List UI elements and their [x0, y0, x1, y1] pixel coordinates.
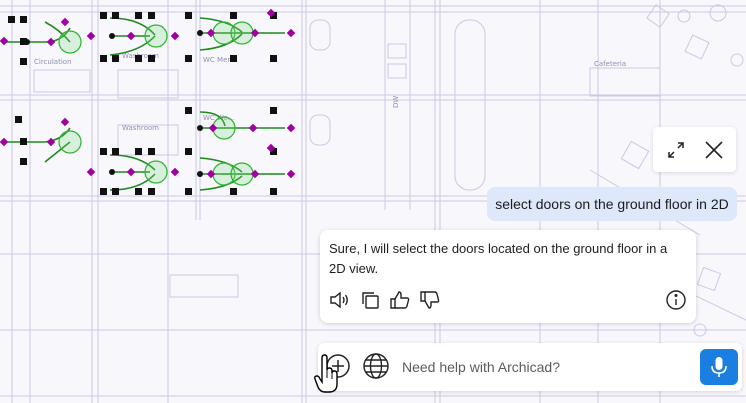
speaker-icon[interactable] — [328, 288, 352, 312]
assistant-message-card: Sure, I will select the doors located on… — [320, 230, 696, 323]
svg-text:Circulation: Circulation — [34, 58, 72, 66]
microphone-button[interactable] — [700, 349, 738, 385]
info-icon[interactable] — [664, 288, 688, 312]
thumbs-up-icon[interactable] — [388, 288, 412, 312]
svg-text:Cafeteria: Cafeteria — [594, 60, 626, 68]
globe-icon[interactable] — [361, 351, 391, 381]
chat-input[interactable] — [402, 355, 682, 379]
svg-text:DW: DW — [392, 96, 400, 108]
svg-text:Washroom: Washroom — [122, 124, 159, 132]
message-actions — [328, 288, 688, 312]
copy-icon[interactable] — [358, 288, 382, 312]
svg-text:WC Men: WC Men — [203, 56, 232, 64]
chat-input-bar — [318, 343, 742, 391]
close-icon[interactable] — [700, 136, 728, 164]
expand-icon[interactable] — [662, 136, 690, 164]
chat-window-controls — [653, 127, 736, 172]
assistant-message-text: Sure, I will select the doors located on… — [329, 241, 668, 276]
user-message-text: select doors on the ground floor in 2D — [495, 196, 729, 212]
thumbs-down-icon[interactable] — [418, 288, 442, 312]
microphone-icon — [711, 357, 727, 377]
hand-cursor — [314, 354, 340, 394]
user-message-bubble: select doors on the ground floor in 2D — [487, 187, 737, 221]
